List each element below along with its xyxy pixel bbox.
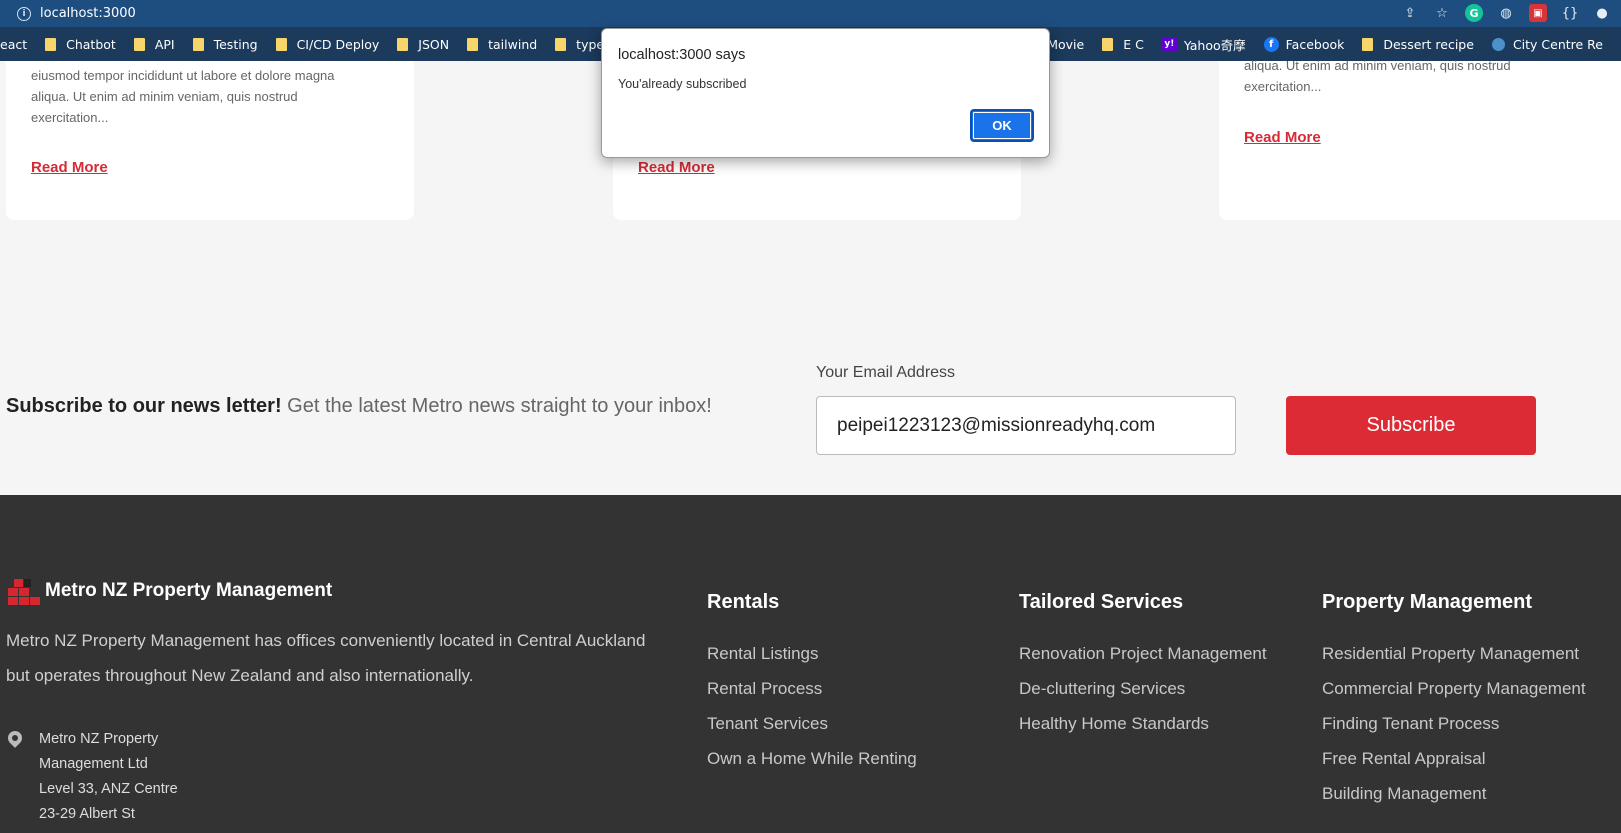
folder-icon	[192, 37, 204, 51]
read-more-link[interactable]: Read More	[638, 159, 715, 176]
footer-link[interactable]: Rental Listings	[707, 636, 917, 671]
footer-column-rentals: Rentals Rental Listings Rental Process T…	[707, 591, 917, 776]
footer-link[interactable]: Building Management	[1322, 776, 1586, 811]
dialog-title: localhost:3000 says	[618, 47, 746, 63]
dialog-message: You'already subscribed	[618, 77, 747, 91]
url-text[interactable]: localhost:3000	[40, 6, 136, 21]
facebook-icon: f	[1263, 36, 1279, 52]
footer-link[interactable]: Residential Property Management	[1322, 636, 1586, 671]
folder-icon	[397, 37, 409, 51]
footer-link[interactable]: Renovation Project Management	[1019, 636, 1267, 671]
brand-name: Metro NZ Property Management	[45, 580, 333, 601]
alert-dialog: localhost:3000 says You'already subscrib…	[601, 28, 1050, 158]
folder-icon	[45, 37, 57, 51]
footer-link[interactable]: Finding Tenant Process	[1322, 706, 1586, 741]
brand-description: Metro NZ Property Management has offices…	[6, 631, 646, 685]
bookmark-testing[interactable]: Testing	[192, 37, 258, 52]
folder-icon	[555, 37, 567, 51]
news-card-1: eiusmod tempor incididunt ut labore et d…	[6, 61, 414, 220]
ok-button[interactable]: OK	[970, 109, 1034, 142]
subscribe-subheading: Get the latest Metro news straight to yo…	[287, 395, 712, 417]
bookmark-react[interactable]: eact	[0, 37, 27, 52]
logo-icon	[8, 577, 40, 605]
footer-link[interactable]: Commercial Property Management	[1322, 671, 1586, 706]
steam-icon	[1491, 37, 1505, 51]
bookmark-api[interactable]: API	[133, 37, 175, 52]
location-pin-icon	[5, 728, 25, 748]
footer-column-tailored-services: Tailored Services Renovation Project Man…	[1019, 591, 1267, 741]
grammarly-icon[interactable]: G	[1465, 4, 1483, 22]
extension-icon[interactable]: ◍	[1497, 4, 1515, 22]
footer-link[interactable]: Healthy Home Standards	[1019, 706, 1267, 741]
read-more-link[interactable]: Read More	[31, 159, 108, 176]
bookmark-facebook[interactable]: f Facebook	[1263, 36, 1344, 52]
address-line: Management Ltd	[39, 756, 148, 772]
info-icon[interactable]: i	[17, 6, 31, 21]
bookmark-json[interactable]: JSON	[397, 37, 449, 52]
browser-actions: ⇪ ☆ G ◍ ▣ {} ●	[1401, 4, 1611, 22]
footer-link[interactable]: Rental Process	[707, 671, 917, 706]
footer-link[interactable]: Free Rental Appraisal	[1322, 741, 1586, 776]
bookmark-chatbot[interactable]: Chatbot	[45, 37, 116, 52]
news-card-3: aliqua. Ut enim ad minim veniam, quis no…	[1219, 58, 1621, 220]
footer-link[interactable]: Tenant Services	[707, 706, 917, 741]
email-input[interactable]	[816, 396, 1236, 455]
share-icon[interactable]: ⇪	[1401, 4, 1419, 22]
folder-icon	[133, 37, 145, 51]
address-line: Metro NZ Property	[39, 731, 159, 747]
card-excerpt: eiusmod tempor incididunt ut labore et d…	[31, 68, 335, 125]
bookmark-tailwind[interactable]: tailwind	[467, 37, 537, 52]
bookmark-dessert[interactable]: Dessert recipe	[1362, 37, 1474, 52]
email-label: Your Email Address	[816, 364, 956, 381]
bookmark-cicd[interactable]: CI/CD Deploy	[275, 37, 379, 52]
read-more-link[interactable]: Read More	[1244, 129, 1321, 146]
extension-json-icon[interactable]: {}	[1561, 4, 1579, 22]
footer-column-property-management: Property Management Residential Property…	[1322, 591, 1586, 811]
bookmark-city-centre[interactable]: City Centre Re	[1491, 37, 1603, 52]
address-lines: Metro NZ Property Management Ltd Level 3…	[39, 727, 178, 827]
address-line: 23-29 Albert St	[39, 806, 135, 822]
column-heading: Rentals	[707, 591, 780, 613]
bookmark-yahoo[interactable]: y! Yahoo奇摩	[1161, 35, 1246, 54]
folder-icon	[1362, 37, 1374, 51]
footer-link[interactable]: Own a Home While Renting	[707, 741, 917, 776]
profile-icon[interactable]: ●	[1593, 4, 1611, 22]
footer-link[interactable]: De-cluttering Services	[1019, 671, 1267, 706]
address-block: Metro NZ Property Management Ltd Level 3…	[5, 727, 178, 827]
card-excerpt: aliqua. Ut enim ad minim veniam, quis no…	[1244, 58, 1511, 94]
folder-icon	[275, 37, 287, 51]
folder-icon	[467, 37, 479, 51]
footer: Metro NZ Property Management Metro NZ Pr…	[0, 495, 1621, 833]
address-bar[interactable]: i localhost:3000 ⇪ ☆ G ◍ ▣ {} ●	[0, 0, 1621, 27]
footer-brand[interactable]: Metro NZ Property Management	[8, 577, 332, 605]
extension-red-icon[interactable]: ▣	[1529, 4, 1547, 22]
star-icon[interactable]: ☆	[1433, 4, 1451, 22]
folder-icon	[1102, 37, 1114, 51]
column-heading: Tailored Services	[1019, 591, 1184, 613]
subscribe-text: Subscribe to our news letter! Get the la…	[6, 395, 712, 418]
subscribe-button[interactable]: Subscribe	[1286, 396, 1536, 455]
subscribe-heading: Subscribe to our news letter!	[6, 395, 282, 417]
column-heading: Property Management	[1322, 591, 1533, 613]
bookmark-ec[interactable]: E C	[1102, 37, 1144, 52]
yahoo-icon: y!	[1161, 36, 1177, 52]
address-line: Level 33, ANZ Centre	[39, 781, 178, 797]
